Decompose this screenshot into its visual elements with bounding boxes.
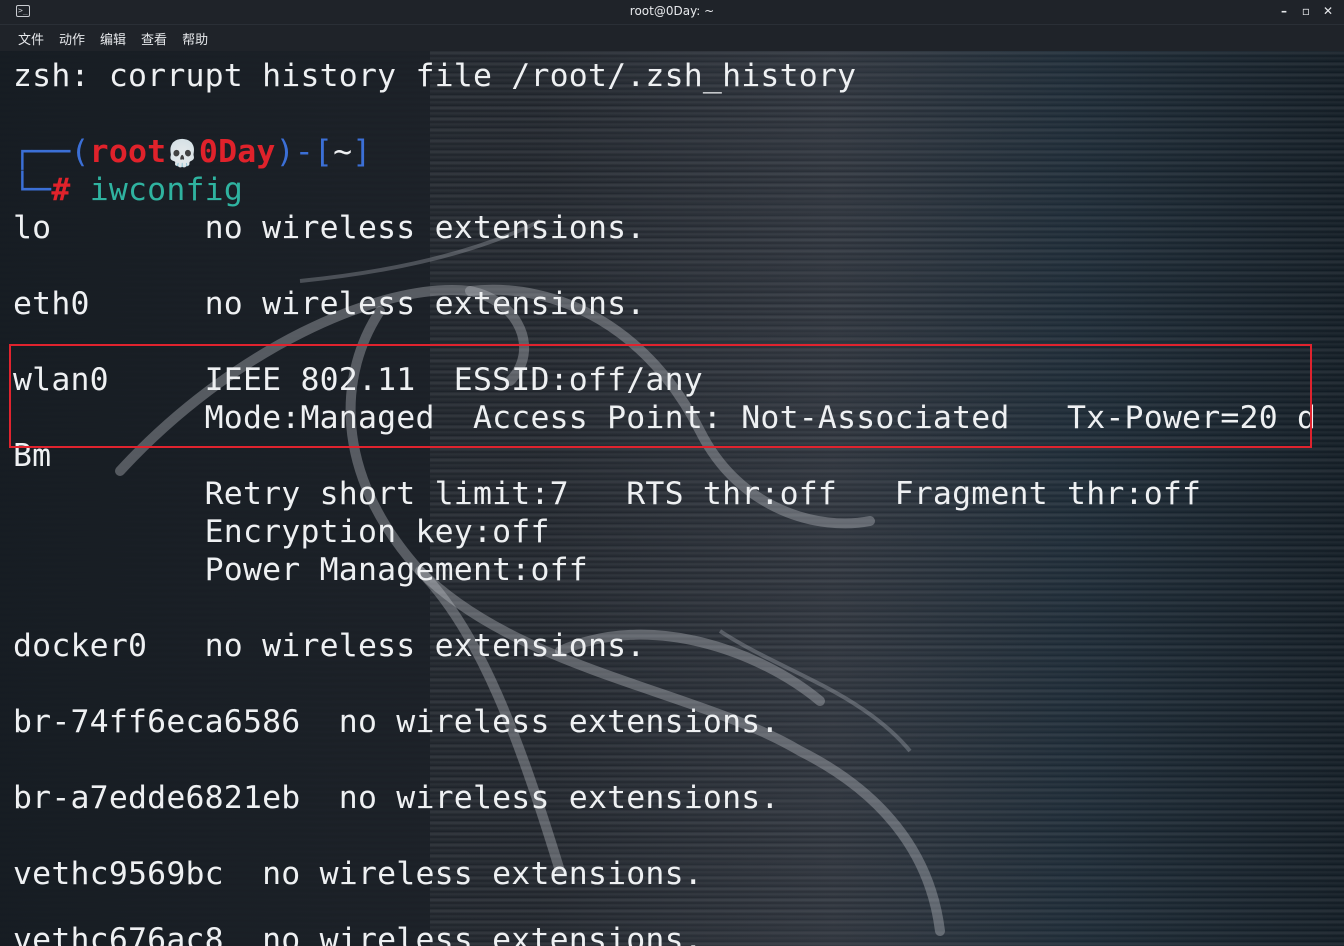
- menu-bar: 文件 动作 编辑 查看 帮助: [0, 25, 1344, 51]
- output-line: Bm: [13, 438, 109, 474]
- menu-help[interactable]: 帮助: [182, 29, 208, 48]
- prompt-hash: #: [51, 172, 71, 208]
- terminal-area[interactable]: zsh: corrupt history file /root/.zsh_his…: [0, 51, 1344, 946]
- prompt-dir: ~: [333, 134, 353, 170]
- prompt-frame-mid: )-[: [275, 134, 334, 170]
- prompt-line-2: └─# iwconfig: [13, 171, 243, 209]
- window-controls: – ▫ ✕: [1276, 2, 1336, 20]
- menu-edit[interactable]: 编辑: [100, 29, 126, 48]
- menu-view[interactable]: 查看: [141, 29, 167, 48]
- output-line: Retry short limit:7 RTS thr:off Fragment…: [13, 476, 1202, 512]
- output-line: br-a7edde6821eb no wireless extensions.: [13, 780, 780, 816]
- output-line: vethc9569bc no wireless extensions.: [13, 856, 703, 892]
- output-line: br-74ff6eca6586 no wireless extensions.: [13, 704, 780, 740]
- prompt-frame-open: ┌──(: [13, 134, 90, 170]
- prompt-frame-end: ]: [352, 134, 372, 170]
- output-line: Encryption key:off: [13, 514, 550, 550]
- output-line: eth0 no wireless extensions.: [13, 286, 646, 322]
- output-line: vethc676ac8 no wireless extensions.: [13, 922, 703, 946]
- menu-file[interactable]: 文件: [18, 29, 44, 48]
- prompt-frame-lower: └─: [13, 172, 52, 208]
- prompt-user: root: [89, 134, 167, 170]
- command-text: iwconfig: [89, 172, 244, 208]
- title-bar: >_ root@0Day: ~ – ▫ ✕: [0, 0, 1344, 25]
- output-line: Mode:Managed Access Point: Not-Associate…: [13, 400, 1317, 436]
- output-line: wlan0 IEEE 802.11 ESSID:off/any: [13, 362, 742, 398]
- output-line: Power Management:off: [13, 552, 588, 588]
- menu-action[interactable]: 动作: [59, 29, 85, 48]
- window-title: root@0Day: ~: [629, 4, 715, 18]
- skull-icon: 💀: [166, 139, 199, 169]
- output-line: lo no wireless extensions.: [13, 210, 646, 246]
- close-button[interactable]: ✕: [1320, 2, 1336, 20]
- maximize-button[interactable]: ▫: [1298, 2, 1314, 20]
- minimize-button[interactable]: –: [1276, 2, 1292, 20]
- prompt-line-1: ┌──(root💀0Day)-[~]: [13, 133, 371, 171]
- output-line: docker0 no wireless extensions.: [13, 628, 646, 664]
- prompt-host: 0Day: [198, 134, 276, 170]
- terminal-line-history-error: zsh: corrupt history file /root/.zsh_his…: [13, 58, 857, 94]
